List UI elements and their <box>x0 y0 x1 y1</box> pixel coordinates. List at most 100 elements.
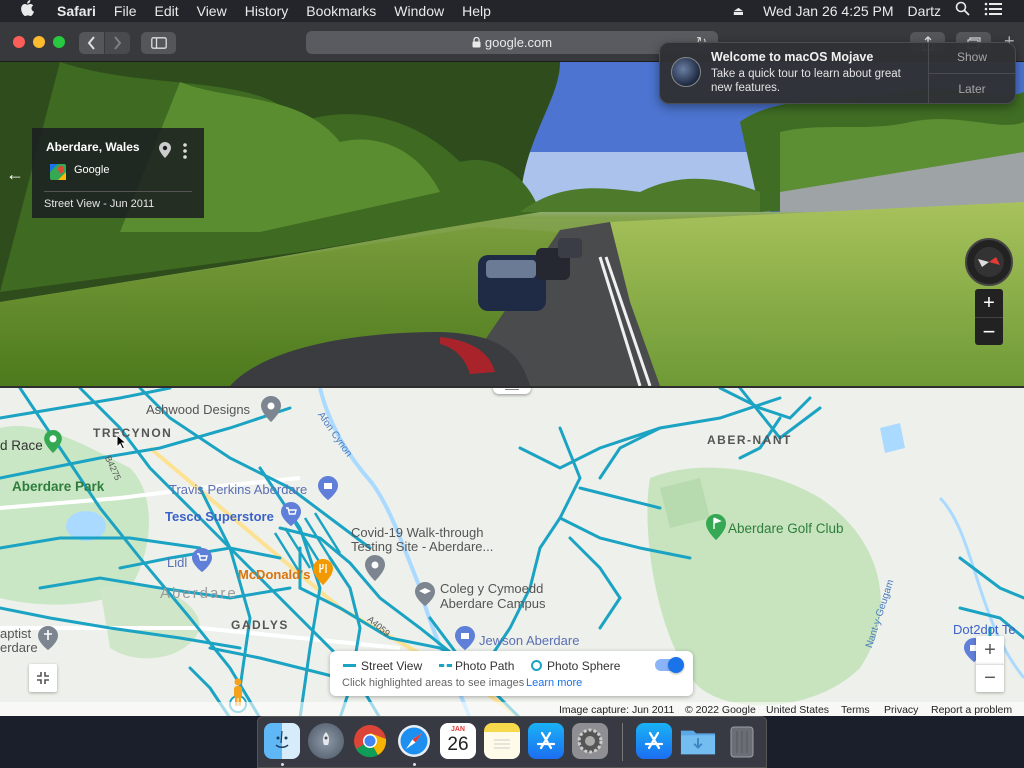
eject-icon[interactable]: ⏏ <box>726 0 751 22</box>
street-view-zoom-out-button[interactable]: − <box>975 317 1003 345</box>
map-zoom-in-button[interactable]: + <box>976 636 1004 664</box>
testing-site-pin-icon[interactable] <box>365 555 385 586</box>
map-label-lidl[interactable]: Lidl <box>167 555 187 570</box>
menu-window[interactable]: Window <box>385 0 453 22</box>
menu-app-safari[interactable]: Safari <box>48 0 105 22</box>
more-options-icon[interactable] <box>183 143 187 164</box>
compass-icon <box>974 247 1004 277</box>
calendar-icon[interactable]: JAN 26 <box>440 723 476 759</box>
address-bar[interactable]: google.com <box>306 31 718 54</box>
exit-street-view-button[interactable]: ← <box>0 158 30 190</box>
church-pin-icon[interactable] <box>38 626 58 655</box>
map-label-aptist-line2[interactable]: erdare <box>0 640 38 655</box>
menu-bar: Safari File Edit View History Bookmarks … <box>0 0 1024 22</box>
spotlight-search-icon[interactable] <box>948 0 977 22</box>
map-label-jewson[interactable]: Jewson Aberdare <box>479 633 579 648</box>
dock: JAN 26 <box>257 716 767 768</box>
notification-show-button[interactable]: Show <box>928 50 1016 64</box>
place-pin-icon[interactable] <box>261 396 281 427</box>
fullscreen-button[interactable] <box>29 664 57 692</box>
finder-icon[interactable] <box>264 723 300 759</box>
notification-later-button[interactable]: Later <box>928 82 1016 96</box>
map-label-abernant: ABER-NANT <box>707 433 792 447</box>
street-view-legend: Street View Photo Path Photo Sphere Clic… <box>330 651 693 696</box>
notes-icon[interactable] <box>484 723 520 759</box>
safari-icon[interactable] <box>396 723 432 759</box>
compass-button[interactable] <box>965 238 1013 286</box>
report-problem-link[interactable]: Report a problem <box>931 704 1012 716</box>
street-view-layer-toggle[interactable] <box>655 657 684 673</box>
map-label-race[interactable]: d Race <box>0 438 43 453</box>
menu-history[interactable]: History <box>236 0 298 22</box>
map-label-dot2dot[interactable]: Dot2dot Te <box>953 622 1016 637</box>
shopping-pin-icon[interactable] <box>318 476 338 505</box>
launchpad-icon[interactable] <box>308 723 344 759</box>
zoom-window-button[interactable] <box>53 36 65 48</box>
minimize-window-button[interactable] <box>33 36 45 48</box>
downloads-folder-icon[interactable] <box>680 723 716 759</box>
menu-clock[interactable]: Wed Jan 26 4:25 PM <box>751 0 900 22</box>
split-drag-handle[interactable] <box>493 388 531 394</box>
restaurant-pin-icon[interactable] <box>313 559 333 590</box>
map-label-tesco[interactable]: Tesco Superstore <box>165 509 274 524</box>
calendar-month: JAN <box>450 726 465 733</box>
map-pin-icon[interactable] <box>159 142 171 163</box>
street-view-panorama[interactable]: ← Aberdare, Wales Google Street View - J… <box>0 62 1024 386</box>
map-label-coleg-line1[interactable]: Coleg y Cymoedd <box>440 581 543 596</box>
map-zoom-out-button[interactable]: − <box>976 664 1004 692</box>
map-label-aberdare-park[interactable]: Aberdare Park <box>12 479 104 494</box>
terms-link[interactable]: Terms <box>841 704 870 716</box>
golf-pin-icon[interactable] <box>706 514 726 545</box>
close-window-button[interactable] <box>13 36 25 48</box>
app-store-icon[interactable] <box>528 723 564 759</box>
map-label-covid-line1[interactable]: Covid-19 Walk-through <box>351 525 483 540</box>
card-divider <box>44 191 192 192</box>
region-link[interactable]: United States <box>766 704 829 716</box>
map-label-aptist-line1[interactable]: aptist <box>0 626 31 641</box>
safari-running-indicator <box>413 763 416 766</box>
map-label-travis-perkins[interactable]: Travis Perkins Aberdare <box>169 482 307 497</box>
place-name: Aberdare, Wales <box>46 140 140 154</box>
trash-icon[interactable] <box>724 723 760 759</box>
macos-notification[interactable]: Welcome to macOS Mojave Take a quick tou… <box>659 42 1016 104</box>
map-label-coleg-line2[interactable]: Aberdare Campus <box>440 596 546 611</box>
forward-button[interactable] <box>105 32 130 54</box>
google-brand-label: Google <box>74 164 110 176</box>
lidl-pin-icon[interactable] <box>192 548 212 577</box>
map-label-covid-line2[interactable]: Testing Site - Aberdare... <box>351 539 493 554</box>
school-pin-icon[interactable] <box>415 582 435 611</box>
park-pin-icon[interactable] <box>44 430 62 458</box>
app-store-icon-2[interactable] <box>636 723 672 759</box>
menu-bookmarks[interactable]: Bookmarks <box>297 0 385 22</box>
notification-center-icon[interactable] <box>977 0 1024 22</box>
chevron-left-icon <box>87 36 95 50</box>
menu-help[interactable]: Help <box>453 0 500 22</box>
cart-pin-icon[interactable] <box>281 502 301 531</box>
legend-photo-sphere: Photo Sphere <box>547 659 621 673</box>
dock-divider <box>622 723 623 761</box>
map-label-golf-club[interactable]: Aberdare Golf Club <box>728 521 844 536</box>
menu-user[interactable]: Dartz <box>901 0 948 22</box>
system-preferences-icon[interactable] <box>572 723 608 759</box>
apple-menu-icon[interactable] <box>0 0 48 22</box>
menu-view[interactable]: View <box>188 0 236 22</box>
menu-edit[interactable]: Edit <box>145 0 187 22</box>
copyright: © 2022 Google <box>685 704 756 716</box>
chrome-icon[interactable] <box>352 723 388 759</box>
notification-body-line2: new features. <box>711 82 781 94</box>
map-label-mcdonalds[interactable]: McDonald's <box>238 567 310 582</box>
back-button[interactable] <box>79 32 104 54</box>
google-maps-logo-icon <box>50 164 66 185</box>
privacy-link[interactable]: Privacy <box>884 704 918 716</box>
notification-body-line1: Take a quick tour to learn about great <box>711 68 901 80</box>
exit-fullscreen-icon <box>37 672 49 684</box>
map-label-ashwood-designs[interactable]: Ashwood Designs <box>146 402 250 417</box>
calendar-day: 26 <box>447 734 469 755</box>
street-view-zoom-in-button[interactable]: + <box>975 289 1003 317</box>
menu-file[interactable]: File <box>105 0 146 22</box>
map-view[interactable]: Ashwood Designs TRECYNON d Race Aberdare… <box>0 386 1024 716</box>
minus-icon: − <box>984 667 996 689</box>
sidebar-toggle-button[interactable] <box>141 32 176 54</box>
learn-more-link[interactable]: Learn more <box>526 677 582 689</box>
address-bar-url: google.com <box>484 35 553 50</box>
